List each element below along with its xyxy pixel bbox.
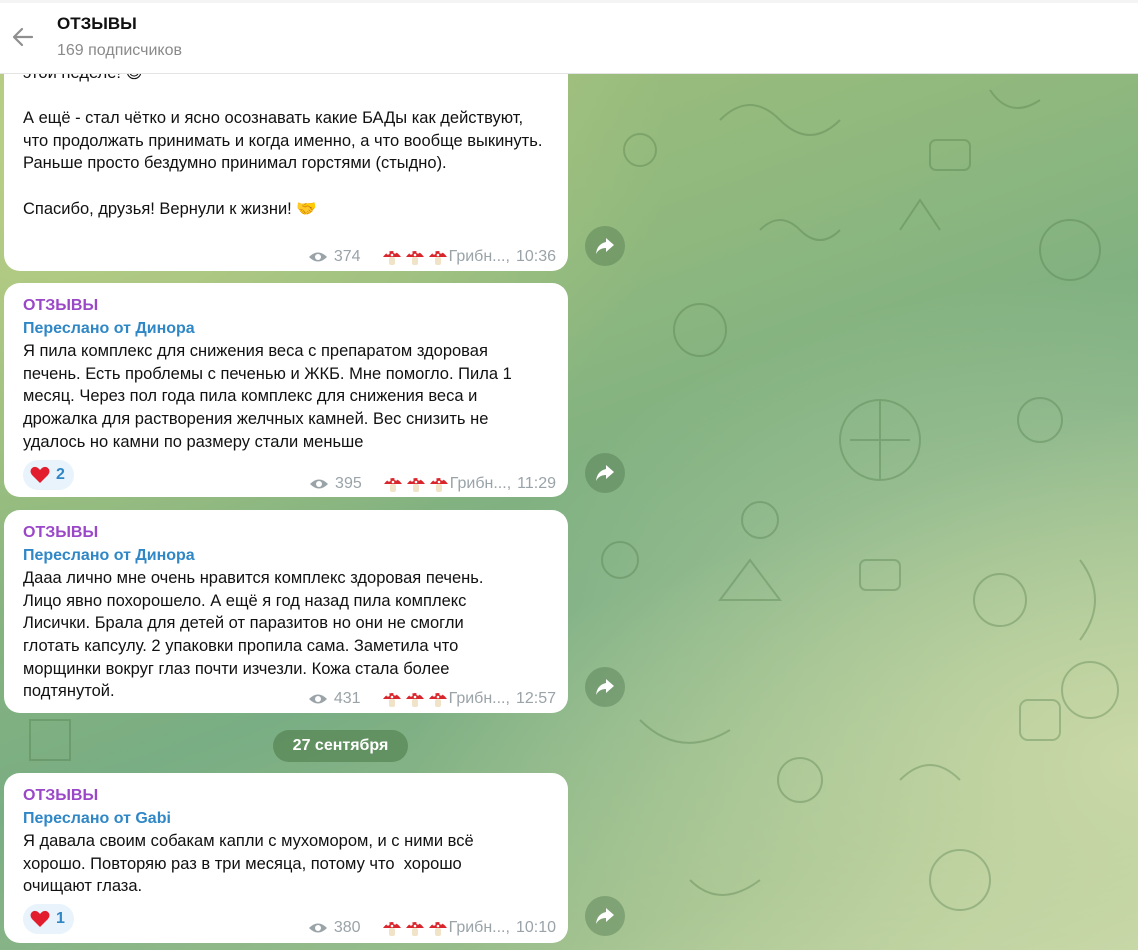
reaction-count: 1 [56,909,65,927]
share-icon [596,465,614,481]
message-bubble[interactable]: ОТЗЫВЫ Переслано от Динора Дааа лично мн… [4,510,568,713]
author-signature: Грибн..., [448,919,510,936]
mushroom-emoji-signature [381,918,449,938]
message-bubble[interactable]: ОТЗЫВЫ Переслано от Gabi Я давала своим … [4,773,568,943]
author-signature: Грибн..., [448,248,510,265]
mushroom-icon [406,477,425,493]
view-count: 380 [333,919,361,936]
mushroom-icon [383,477,402,493]
top-divider [0,0,1138,3]
share-icon [596,908,614,924]
message-text: этой неделе! 😊 А ещё - стал чётко и ясно… [23,64,543,218]
message-bubble[interactable]: этой неделе! 😊 А ещё - стал чётко и ясно… [4,40,568,271]
share-button[interactable] [585,896,625,936]
message-time: 10:36 [515,248,556,265]
share-button[interactable] [585,453,625,493]
eye-icon [308,252,327,262]
share-button[interactable] [585,226,625,266]
reaction-count: 2 [56,465,65,483]
date-separator: 27 сентября [273,730,408,762]
forwarded-from[interactable]: Переслано от Динора [23,545,549,568]
mushroom-icon [405,692,424,708]
eye-icon [308,923,327,933]
share-button[interactable] [585,667,625,707]
mushroom-emoji-signature [382,474,450,494]
view-count: 374 [333,248,361,265]
message-text: Я давала своим собакам капли с мухомором… [23,832,479,896]
message-meta: 380 Грибн..., 10:10 [308,917,556,940]
back-button[interactable] [8,22,38,52]
message-time: 11:29 [517,475,556,492]
mushroom-icon [428,921,447,937]
message-meta: 431 Грибн..., 12:57 [308,688,556,711]
mushroom-icon [405,921,424,937]
channel-title[interactable]: ОТЗЫВЫ [57,14,137,34]
eye-icon [308,694,327,704]
share-icon [596,238,614,254]
author-signature: Грибн..., [448,690,510,707]
channel-name[interactable]: ОТЗЫВЫ [23,522,549,545]
view-count: 395 [335,475,362,492]
reaction-heart[interactable]: 2 [23,460,74,490]
back-arrow-icon [12,27,34,47]
mushroom-icon [382,250,401,266]
subscriber-count: 169 подписчиков [57,42,182,59]
message-bubble[interactable]: ОТЗЫВЫ Переслано от Динора Я пила компле… [4,283,568,497]
message-text: Я пила комплекс для снижения веса с преп… [23,342,517,451]
channel-name[interactable]: ОТЗЫВЫ [23,785,549,808]
message-time: 12:57 [515,690,556,707]
mushroom-icon [429,477,448,493]
heart-icon [30,910,50,927]
mushroom-icon [382,921,401,937]
share-icon [596,679,614,695]
message-text: Дааа лично мне очень нравится комплекс з… [23,569,489,701]
mushroom-icon [405,250,424,266]
message-meta: 374 Грибн..., 10:36 [308,246,556,269]
reaction-heart[interactable]: 1 [23,904,74,934]
author-signature: Грибн..., [449,475,512,492]
mushroom-icon [382,692,401,708]
eye-icon [310,479,329,489]
forwarded-from[interactable]: Переслано от Динора [23,318,549,341]
mushroom-icon [428,692,447,708]
mushroom-emoji-signature [381,247,449,267]
message-meta: 395 Грибн..., 11:29 [309,473,556,496]
mushroom-emoji-signature [381,689,449,709]
channel-name[interactable]: ОТЗЫВЫ [23,295,549,318]
forwarded-from[interactable]: Переслано от Gabi [23,808,549,831]
message-time: 10:10 [515,919,556,936]
mushroom-icon [428,250,447,266]
view-count: 431 [333,690,361,707]
chat-header: ОТЗЫВЫ 169 подписчиков [0,0,1138,74]
heart-icon [30,466,50,483]
